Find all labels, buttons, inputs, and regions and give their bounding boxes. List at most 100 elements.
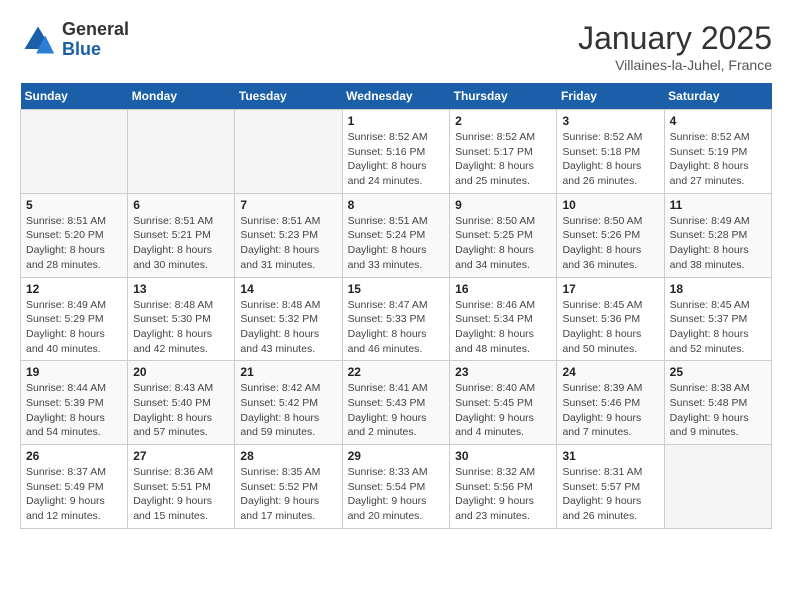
day-info: Sunrise: 8:51 AM Sunset: 5:24 PM Dayligh… (348, 214, 445, 273)
calendar-cell: 24 Sunrise: 8:39 AM Sunset: 5:46 PM Dayli… (557, 361, 664, 445)
day-info: Sunrise: 8:52 AM Sunset: 5:17 PM Dayligh… (455, 130, 551, 189)
calendar-cell: 11 Sunrise: 8:49 AM Sunset: 5:28 PM Dayli… (664, 193, 771, 277)
calendar-cell: 25 Sunrise: 8:38 AM Sunset: 5:48 PM Dayli… (664, 361, 771, 445)
calendar-cell: 30 Sunrise: 8:32 AM Sunset: 5:56 PM Dayli… (450, 445, 557, 529)
calendar-cell: 2Sunrise: 8:52 AM Sunset: 5:17 PM Daylig… (450, 110, 557, 194)
logo: General Blue (20, 20, 129, 60)
day-info: Sunrise: 8:36 AM Sunset: 5:51 PM Dayligh… (133, 465, 229, 524)
day-number: 18 (670, 282, 766, 296)
day-number: 24 (562, 365, 658, 379)
day-info: Sunrise: 8:52 AM Sunset: 5:16 PM Dayligh… (348, 130, 445, 189)
calendar-cell: 28Sunrise: 8:35 AM Sunset: 5:52 PM Dayli… (235, 445, 342, 529)
month-title: January 2025 (578, 20, 772, 57)
day-number: 25 (670, 365, 766, 379)
weekday-header: Saturday (664, 83, 771, 110)
calendar-cell: 5 Sunrise: 8:51 AM Sunset: 5:20 PM Daylig… (21, 193, 128, 277)
day-info: Sunrise: 8:37 AM Sunset: 5:49 PM Dayligh… (26, 465, 122, 524)
day-number: 23 (455, 365, 551, 379)
day-number: 12 (26, 282, 122, 296)
logo-icon (20, 22, 56, 58)
day-number: 14 (240, 282, 336, 296)
day-info: Sunrise: 8:40 AM Sunset: 5:45 PM Dayligh… (455, 381, 551, 440)
calendar-cell: 17 Sunrise: 8:45 AM Sunset: 5:36 PM Dayli… (557, 277, 664, 361)
calendar-cell: 3Sunrise: 8:52 AM Sunset: 5:18 PM Daylig… (557, 110, 664, 194)
day-number: 16 (455, 282, 551, 296)
day-number: 4 (670, 114, 766, 128)
day-number: 22 (348, 365, 445, 379)
day-info: Sunrise: 8:45 AM Sunset: 5:36 PM Dayligh… (562, 298, 658, 357)
calendar-cell: 9Sunrise: 8:50 AM Sunset: 5:25 PM Daylig… (450, 193, 557, 277)
day-number: 31 (562, 449, 658, 463)
day-number: 9 (455, 198, 551, 212)
logo-text: General Blue (62, 20, 129, 60)
calendar-week-row: 5 Sunrise: 8:51 AM Sunset: 5:20 PM Daylig… (21, 193, 772, 277)
day-info: Sunrise: 8:46 AM Sunset: 5:34 PM Dayligh… (455, 298, 551, 357)
day-info: Sunrise: 8:43 AM Sunset: 5:40 PM Dayligh… (133, 381, 229, 440)
calendar-cell: 26Sunrise: 8:37 AM Sunset: 5:49 PM Dayli… (21, 445, 128, 529)
day-info: Sunrise: 8:31 AM Sunset: 5:57 PM Dayligh… (562, 465, 658, 524)
day-number: 10 (562, 198, 658, 212)
calendar-cell (664, 445, 771, 529)
day-info: Sunrise: 8:38 AM Sunset: 5:48 PM Dayligh… (670, 381, 766, 440)
calendar-week-row: 26Sunrise: 8:37 AM Sunset: 5:49 PM Dayli… (21, 445, 772, 529)
logo-blue: Blue (62, 39, 101, 59)
day-info: Sunrise: 8:49 AM Sunset: 5:29 PM Dayligh… (26, 298, 122, 357)
calendar-cell: 14 Sunrise: 8:48 AM Sunset: 5:32 PM Dayli… (235, 277, 342, 361)
calendar-week-row: 19Sunrise: 8:44 AM Sunset: 5:39 PM Dayli… (21, 361, 772, 445)
day-info: Sunrise: 8:47 AM Sunset: 5:33 PM Dayligh… (348, 298, 445, 357)
day-info: Sunrise: 8:51 AM Sunset: 5:20 PM Dayligh… (26, 214, 122, 273)
calendar-cell (21, 110, 128, 194)
calendar-cell: 16 Sunrise: 8:46 AM Sunset: 5:34 PM Dayli… (450, 277, 557, 361)
calendar-cell: 15 Sunrise: 8:47 AM Sunset: 5:33 PM Dayli… (342, 277, 450, 361)
location-subtitle: Villaines-la-Juhel, France (578, 57, 772, 73)
day-number: 21 (240, 365, 336, 379)
calendar-cell: 27 Sunrise: 8:36 AM Sunset: 5:51 PM Dayli… (128, 445, 235, 529)
day-info: Sunrise: 8:48 AM Sunset: 5:32 PM Dayligh… (240, 298, 336, 357)
day-info: Sunrise: 8:50 AM Sunset: 5:26 PM Dayligh… (562, 214, 658, 273)
calendar-cell: 8 Sunrise: 8:51 AM Sunset: 5:24 PM Daylig… (342, 193, 450, 277)
day-number: 7 (240, 198, 336, 212)
day-info: Sunrise: 8:52 AM Sunset: 5:19 PM Dayligh… (670, 130, 766, 189)
day-number: 29 (348, 449, 445, 463)
day-number: 15 (348, 282, 445, 296)
weekday-header: Monday (128, 83, 235, 110)
day-info: Sunrise: 8:51 AM Sunset: 5:21 PM Dayligh… (133, 214, 229, 273)
calendar-cell: 6 Sunrise: 8:51 AM Sunset: 5:21 PM Daylig… (128, 193, 235, 277)
day-info: Sunrise: 8:48 AM Sunset: 5:30 PM Dayligh… (133, 298, 229, 357)
calendar-cell: 7Sunrise: 8:51 AM Sunset: 5:23 PM Daylig… (235, 193, 342, 277)
day-number: 28 (240, 449, 336, 463)
day-info: Sunrise: 8:32 AM Sunset: 5:56 PM Dayligh… (455, 465, 551, 524)
day-number: 8 (348, 198, 445, 212)
weekday-header: Tuesday (235, 83, 342, 110)
day-number: 1 (348, 114, 445, 128)
day-info: Sunrise: 8:39 AM Sunset: 5:46 PM Dayligh… (562, 381, 658, 440)
day-info: Sunrise: 8:45 AM Sunset: 5:37 PM Dayligh… (670, 298, 766, 357)
day-number: 17 (562, 282, 658, 296)
calendar-cell: 31 Sunrise: 8:31 AM Sunset: 5:57 PM Dayli… (557, 445, 664, 529)
day-info: Sunrise: 8:49 AM Sunset: 5:28 PM Dayligh… (670, 214, 766, 273)
day-number: 5 (26, 198, 122, 212)
calendar-cell: 20 Sunrise: 8:43 AM Sunset: 5:40 PM Dayli… (128, 361, 235, 445)
calendar-cell: 22 Sunrise: 8:41 AM Sunset: 5:43 PM Dayli… (342, 361, 450, 445)
day-number: 6 (133, 198, 229, 212)
day-number: 11 (670, 198, 766, 212)
day-info: Sunrise: 8:41 AM Sunset: 5:43 PM Dayligh… (348, 381, 445, 440)
title-area: January 2025 Villaines-la-Juhel, France (578, 20, 772, 73)
calendar-cell: 1 Sunrise: 8:52 AM Sunset: 5:16 PM Daylig… (342, 110, 450, 194)
calendar-cell: 18 Sunrise: 8:45 AM Sunset: 5:37 PM Dayli… (664, 277, 771, 361)
page-header: General Blue January 2025 Villaines-la-J… (20, 20, 772, 73)
day-number: 27 (133, 449, 229, 463)
day-info: Sunrise: 8:42 AM Sunset: 5:42 PM Dayligh… (240, 381, 336, 440)
calendar-cell: 10 Sunrise: 8:50 AM Sunset: 5:26 PM Dayli… (557, 193, 664, 277)
calendar-week-row: 1 Sunrise: 8:52 AM Sunset: 5:16 PM Daylig… (21, 110, 772, 194)
calendar-cell: 23 Sunrise: 8:40 AM Sunset: 5:45 PM Dayli… (450, 361, 557, 445)
day-info: Sunrise: 8:52 AM Sunset: 5:18 PM Dayligh… (562, 130, 658, 189)
calendar-cell: 12 Sunrise: 8:49 AM Sunset: 5:29 PM Dayli… (21, 277, 128, 361)
calendar-cell: 21 Sunrise: 8:42 AM Sunset: 5:42 PM Dayli… (235, 361, 342, 445)
weekday-header: Wednesday (342, 83, 450, 110)
day-number: 20 (133, 365, 229, 379)
day-info: Sunrise: 8:33 AM Sunset: 5:54 PM Dayligh… (348, 465, 445, 524)
day-number: 30 (455, 449, 551, 463)
calendar-cell: 4 Sunrise: 8:52 AM Sunset: 5:19 PM Daylig… (664, 110, 771, 194)
day-number: 13 (133, 282, 229, 296)
